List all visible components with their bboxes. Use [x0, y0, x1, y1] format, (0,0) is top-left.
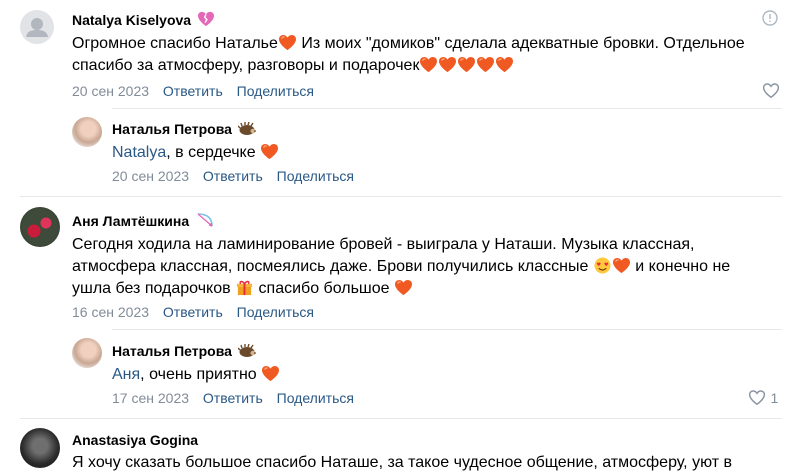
comment-meta: 17 сен 2023 Ответить Поделиться	[112, 390, 364, 406]
comment-author[interactable]: Наталья Петрова	[112, 121, 256, 137]
avatar-natalya-petrova[interactable]	[72, 338, 102, 368]
like-count: 1	[770, 390, 779, 406]
heart-emoji-icon	[261, 365, 280, 382]
heart-emoji-icon	[260, 143, 279, 160]
divider	[20, 196, 782, 197]
reply-button[interactable]: Ответить	[163, 83, 223, 99]
broken-heart-icon	[197, 11, 214, 27]
avatar-anya-lamtyoshkina[interactable]	[20, 207, 60, 247]
share-button[interactable]: Поделиться	[237, 83, 314, 99]
comment-meta: 20 сен 2023 Ответить Поделиться	[112, 168, 364, 184]
report-icon[interactable]	[762, 10, 778, 26]
mention-link[interactable]: Natalya	[112, 144, 166, 161]
comment-text: Я хочу сказать большое спасибо Наташе, з…	[72, 454, 732, 471]
comment-author[interactable]: Наталья Петрова	[112, 343, 256, 359]
comment-author[interactable]: Аня Ламтёшкина	[72, 212, 215, 229]
mention-link[interactable]: Аня	[112, 366, 140, 383]
avatar-anastasiya-gogina[interactable]	[20, 428, 60, 468]
heart-emoji-icon	[419, 56, 438, 73]
divider	[112, 108, 782, 109]
comment-date[interactable]: 20 сен 2023	[72, 83, 149, 99]
share-button[interactable]: Поделиться	[237, 304, 314, 320]
hedgehog-icon	[237, 121, 256, 135]
like-heart-icon	[748, 390, 766, 406]
hedgehog-icon	[237, 343, 256, 357]
like-button[interactable]: 1	[748, 389, 778, 408]
bow-arrow-icon	[197, 213, 213, 227]
comment-meta: 16 сен 2023 Ответить Поделиться	[72, 304, 324, 320]
like-heart-icon	[762, 83, 780, 99]
heart-emoji-icon	[495, 56, 514, 73]
comment-meta: 20 сен 2023 Ответить Поделиться	[72, 83, 324, 99]
divider	[112, 329, 782, 330]
comment-text: Natalya, в сердечке	[112, 142, 279, 164]
reply-button[interactable]: Ответить	[203, 168, 263, 184]
gift-emoji-icon	[237, 280, 253, 296]
comment-date[interactable]: 20 сен 2023	[112, 168, 189, 184]
comment-date[interactable]: 17 сен 2023	[112, 390, 189, 406]
comment-text: Сегодня ходила на ламинирование бровей -…	[72, 236, 731, 297]
comment-text: Аня, очень приятно	[112, 364, 280, 386]
heart-emoji-icon	[438, 56, 457, 73]
comment-date[interactable]: 16 сен 2023	[72, 304, 149, 320]
comment-author[interactable]: Anastasiya Gogina	[72, 432, 198, 448]
divider	[20, 418, 782, 419]
comment-text: Огромное спасибо Наталье Из моих "домико…	[72, 34, 745, 74]
share-button[interactable]: Поделиться	[277, 168, 354, 184]
avatar-natalya-petrova[interactable]	[72, 117, 102, 147]
heart-emoji-icon	[278, 34, 297, 51]
avatar-natalya-kiselyova[interactable]	[20, 10, 54, 44]
default-user-icon	[26, 18, 48, 37]
heart-emoji-icon	[612, 257, 631, 274]
like-button[interactable]	[762, 82, 780, 99]
reply-button[interactable]: Ответить	[163, 304, 223, 320]
share-button[interactable]: Поделиться	[277, 390, 354, 406]
heart-emoji-icon	[394, 279, 413, 296]
heart-emoji-icon	[476, 56, 495, 73]
heart-emoji-icon	[457, 56, 476, 73]
heart-eyes-emoji-icon	[594, 257, 611, 274]
reply-button[interactable]: Ответить	[203, 390, 263, 406]
comment-author[interactable]: Natalya Kiselyova	[72, 11, 215, 28]
